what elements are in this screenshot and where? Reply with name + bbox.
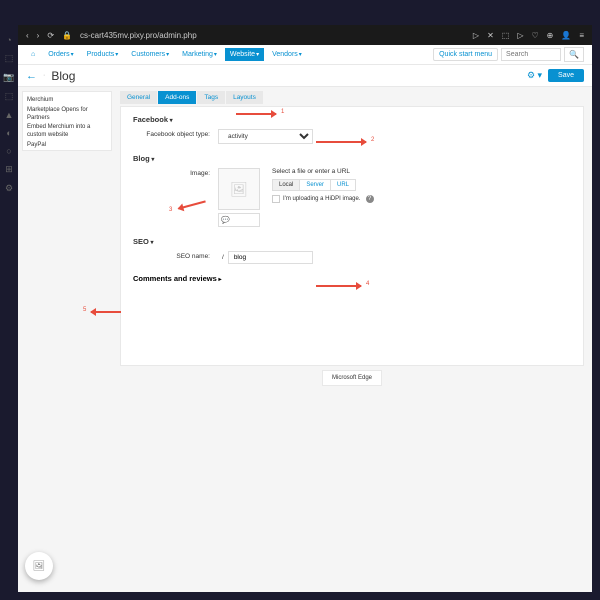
toggle-url[interactable]: URL — [331, 180, 355, 190]
annotation-5: 5 — [83, 307, 86, 313]
os-icon[interactable]: ⬚ — [5, 53, 14, 64]
sidebar-item[interactable]: Merchium — [27, 96, 107, 106]
fb-type-select[interactable]: activity — [218, 129, 313, 144]
browser-icon[interactable]: ⊕ — [547, 31, 554, 40]
sidebar: Merchium Marketplace Opens for Partners … — [22, 91, 112, 151]
breadcrumb-dots: · — [43, 72, 45, 79]
fab-button[interactable]: 🖼 — [25, 552, 53, 580]
browser-icon[interactable]: ⬚ — [502, 31, 510, 40]
annotation-3: 3 — [169, 207, 172, 213]
quick-start-menu[interactable]: Quick start menu — [433, 48, 498, 61]
annotation-2: 2 — [371, 137, 374, 143]
image-upload[interactable]: 🖼 — [218, 168, 260, 210]
browser-icon[interactable]: 👤 — [561, 31, 571, 40]
browser-icon[interactable]: ▷ — [517, 31, 523, 40]
tab-layouts[interactable]: Layouts — [226, 91, 263, 104]
toggle-server[interactable]: Server — [300, 180, 331, 190]
nav-fwd-icon[interactable]: › — [37, 31, 40, 40]
main-content: General Add-ons Tags Layouts 1 Facebook … — [112, 87, 592, 592]
annotation-1: 1 — [281, 109, 284, 115]
browser-bar: ‹ › ⟳ 🔒 cs-cart435mv.pixy.pro/admin.php … — [18, 25, 592, 45]
os-icon[interactable]: ○ — [6, 146, 11, 156]
url-bar[interactable]: cs-cart435mv.pixy.pro/admin.php — [80, 31, 465, 40]
blog-section: Blog Image: 🖼 💬 Select a file or enter a… — [133, 154, 571, 227]
fb-type-label: Facebook object type: — [133, 129, 218, 138]
os-icon[interactable]: ⬚ — [5, 91, 14, 102]
os-icon[interactable]: ⚙ — [5, 183, 13, 194]
browser-icon[interactable]: ≡ — [579, 31, 584, 40]
alt-input[interactable]: 💬 — [218, 213, 260, 227]
section-header[interactable]: SEO — [133, 237, 571, 246]
nav-vendors[interactable]: Vendors▾ — [267, 48, 307, 61]
section-header[interactable]: Blog — [133, 154, 571, 163]
hidpi-label: I'm uploading a HiDPI image. — [283, 196, 361, 202]
os-sidebar: ◔ ⬚ 📷 ⬚ ▲ ◐ ○ ⊞ ⚙ — [0, 25, 18, 590]
back-button[interactable]: ← — [26, 70, 37, 82]
image-label: Image: — [133, 168, 218, 177]
os-icon[interactable]: ◔ — [6, 35, 11, 45]
tab-tags[interactable]: Tags — [197, 91, 225, 104]
gear-icon[interactable]: ⚙ ▾ — [527, 70, 542, 81]
top-nav: ⌂ Orders▾ Products▾ Customers▾ Marketing… — [18, 45, 592, 65]
title-row: ← · Blog ⚙ ▾ Save — [18, 65, 592, 87]
browser-icon[interactable]: ✕ — [487, 31, 494, 40]
sidebar-item[interactable]: PayPal — [27, 141, 107, 151]
search-button[interactable]: 🔍 — [564, 47, 584, 62]
sidebar-item[interactable]: Embed Merchium into a custom website — [27, 123, 107, 141]
section-header[interactable]: Facebook — [133, 115, 571, 124]
seo-section: SEO SEO name: / — [133, 237, 571, 264]
select-file-text: Select a file or enter a URL — [272, 168, 374, 175]
reload-icon[interactable]: ⟳ — [47, 31, 54, 40]
nav-marketing[interactable]: Marketing▾ — [177, 48, 222, 61]
tab-addons[interactable]: Add-ons — [158, 91, 196, 104]
comments-section-header[interactable]: Comments and reviews — [133, 274, 571, 283]
browser-icon[interactable]: ▷ — [473, 31, 479, 40]
search-input[interactable] — [501, 48, 561, 61]
facebook-section: Facebook Facebook object type: activity — [133, 115, 571, 144]
footer-badge: Microsoft Edge — [322, 370, 382, 386]
nav-back-icon[interactable]: ‹ — [26, 31, 29, 40]
lock-icon: 🔒 — [62, 31, 72, 40]
hidpi-checkbox[interactable] — [272, 195, 280, 203]
seo-name-input[interactable] — [228, 251, 313, 264]
browser-icon[interactable]: ♡ — [531, 31, 538, 40]
os-icon[interactable]: ◐ — [6, 128, 11, 138]
nav-website[interactable]: Website▾ — [225, 48, 264, 61]
content-card: 1 Facebook Facebook object type: activit… — [120, 106, 584, 366]
upload-toggle: Local Server URL — [272, 179, 356, 191]
os-icon[interactable]: ⊞ — [5, 164, 13, 175]
os-icon[interactable]: 📷 — [3, 72, 14, 83]
tabs: General Add-ons Tags Layouts — [120, 91, 584, 104]
toggle-local[interactable]: Local — [273, 180, 300, 190]
save-button[interactable]: Save — [548, 69, 584, 82]
seo-slash: / — [218, 252, 228, 263]
os-icon[interactable]: ▲ — [5, 110, 14, 120]
tab-general[interactable]: General — [120, 91, 157, 104]
sidebar-item[interactable]: Marketplace Opens for Partners — [27, 106, 107, 124]
nav-products[interactable]: Products▾ — [82, 48, 124, 61]
page-title: Blog — [51, 69, 75, 83]
seo-name-label: SEO name: — [133, 251, 218, 260]
help-icon[interactable]: ? — [366, 195, 374, 203]
annotation-4: 4 — [366, 281, 369, 287]
nav-orders[interactable]: Orders▾ — [43, 48, 78, 61]
home-icon[interactable]: ⌂ — [26, 48, 40, 61]
nav-customers[interactable]: Customers▾ — [126, 48, 174, 61]
